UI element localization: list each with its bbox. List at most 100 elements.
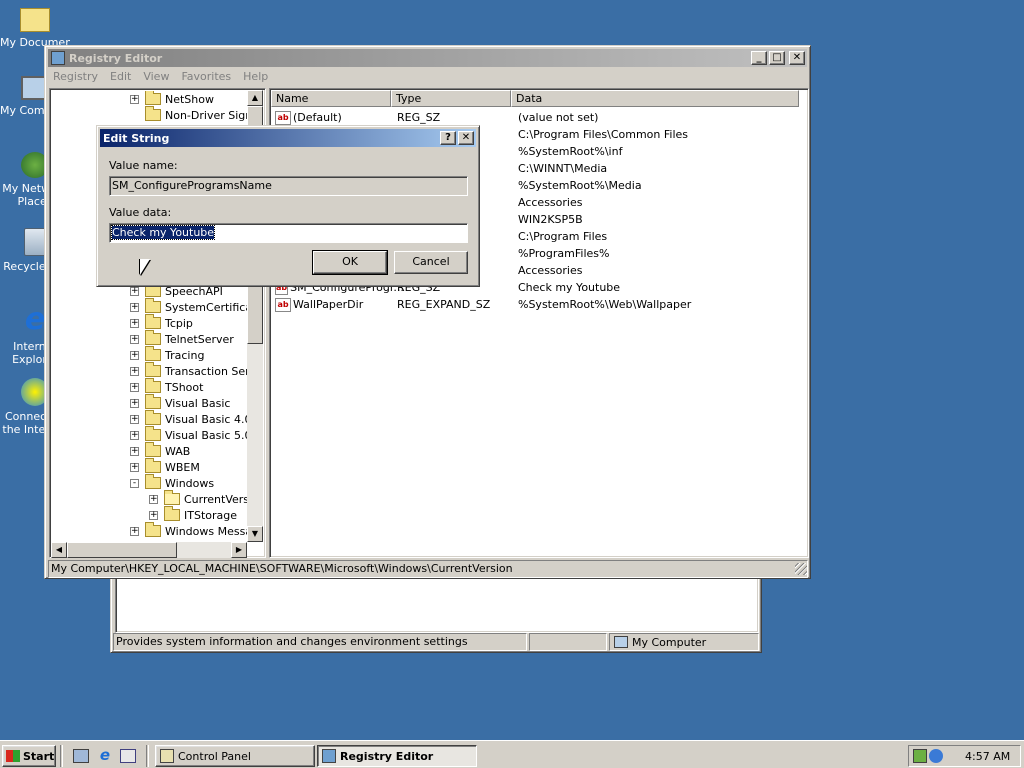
clock[interactable]: 4:57 AM [965, 750, 1010, 763]
folder-icon [145, 522, 161, 537]
expand-icon[interactable]: + [130, 94, 139, 104]
expand-icon[interactable]: + [130, 286, 139, 296]
folder-icon [20, 8, 50, 32]
taskbar-button-control-panel[interactable]: Control Panel [155, 745, 315, 767]
folder-icon [145, 346, 161, 361]
value-row-type[interactable]: REG_EXPAND_SZ [397, 296, 515, 313]
scroll-down-arrow-icon[interactable]: ▼ [247, 526, 263, 542]
scroll-left-arrow-icon[interactable]: ◀ [51, 542, 67, 558]
value-row-data[interactable]: C:\WINNT\Media [518, 160, 803, 177]
value-data-text: Accessories [518, 196, 583, 209]
expand-icon[interactable]: + [149, 494, 158, 504]
expand-icon[interactable]: + [149, 510, 158, 520]
value-row-data[interactable]: Accessories [518, 194, 803, 211]
outlook-express-icon[interactable] [120, 749, 136, 763]
expand-icon[interactable]: + [130, 302, 139, 312]
scroll-up-arrow-icon[interactable]: ▲ [247, 90, 263, 106]
tree-node[interactable]: + WAB [130, 442, 190, 459]
value-row-name[interactable]: ab WallPaperDir [275, 296, 393, 313]
close-button[interactable]: ✕ [789, 51, 805, 65]
tree-node[interactable]: + Tcpip [130, 314, 193, 331]
tree-node[interactable]: + Tracing [130, 346, 204, 363]
volume-tray-icon[interactable] [929, 749, 943, 763]
tree-node[interactable]: + Transaction Serv [130, 362, 247, 379]
folder-icon [145, 378, 161, 393]
dialog-titlebar[interactable]: Edit String ? ✕ [100, 129, 476, 147]
value-row-data[interactable]: (value not set) [518, 109, 803, 126]
expand-icon[interactable]: + [130, 526, 139, 536]
hscroll-thumb[interactable] [67, 542, 177, 558]
column-header-type[interactable]: Type [391, 90, 511, 107]
value-data-text: %SystemRoot%\Media [518, 179, 642, 192]
value-row-data[interactable]: %ProgramFiles% [518, 245, 803, 262]
regedit-titlebar[interactable]: Registry Editor _ □ ✕ [48, 49, 807, 67]
desktop-icon-my-documents[interactable]: My Documents [0, 4, 70, 49]
tree-node[interactable]: + CurrentVersio [149, 490, 247, 507]
expand-icon[interactable]: + [130, 446, 139, 456]
maximize-button[interactable]: □ [769, 51, 785, 65]
value-row-type[interactable]: REG_SZ [397, 109, 515, 126]
column-header-name[interactable]: Name [271, 90, 391, 107]
tree-node[interactable]: + Windows Messag [130, 522, 247, 539]
folder-icon [145, 330, 161, 345]
menu-help[interactable]: Help [237, 70, 274, 83]
tree-node[interactable]: + TShoot [130, 378, 203, 395]
tree-node[interactable]: + Visual Basic 5.0 [130, 426, 247, 443]
value-row-data[interactable]: %SystemRoot%\Media [518, 177, 803, 194]
tree-node[interactable]: + Visual Basic 4.0 [130, 410, 247, 427]
menu-view[interactable]: View [137, 70, 175, 83]
edit-string-dialog[interactable]: Edit String ? ✕ Value name: SM_Configure… [96, 125, 480, 287]
regedit-menubar: Registry Edit View Favorites Help [45, 67, 810, 86]
menu-registry[interactable]: Registry [47, 70, 104, 83]
value-name-field: SM_ConfigureProgramsName [109, 176, 468, 196]
resize-grip-icon[interactable] [795, 563, 807, 575]
value-data-input[interactable]: Check my Youtube [109, 223, 468, 243]
cancel-button[interactable]: Cancel [394, 251, 468, 274]
value-data-text: Check my Youtube [518, 281, 621, 294]
taskbar-button-registry-editor[interactable]: Registry Editor [317, 745, 477, 767]
value-row-data[interactable]: WIN2KSP5B [518, 211, 803, 228]
tree-node[interactable]: - Windows [130, 474, 214, 491]
tree-node[interactable]: + SystemCertificate [130, 298, 247, 315]
expand-icon[interactable]: + [130, 334, 139, 344]
help-button[interactable]: ? [440, 131, 456, 145]
value-row-data[interactable]: C:\Program Files [518, 228, 803, 245]
expand-icon[interactable]: + [130, 350, 139, 360]
expand-icon[interactable]: + [130, 462, 139, 472]
tree-node[interactable]: + Visual Basic [130, 394, 230, 411]
tree-horizontal-scrollbar[interactable]: ◀ ▶ [51, 542, 247, 558]
tree-node[interactable]: + ITStorage [149, 506, 238, 523]
tree-node[interactable]: + TelnetServer [130, 330, 234, 347]
value-row-data[interactable]: C:\Program Files\Common Files [518, 126, 803, 143]
close-button[interactable]: ✕ [458, 131, 474, 145]
show-desktop-icon[interactable] [73, 749, 89, 763]
tree-node[interactable]: + WBEM [130, 458, 200, 475]
expand-icon[interactable]: + [130, 398, 139, 408]
internet-explorer-icon[interactable]: e [97, 747, 113, 763]
folder-icon [164, 490, 180, 505]
menu-edit[interactable]: Edit [104, 70, 137, 83]
menu-favorites[interactable]: Favorites [175, 70, 237, 83]
expand-icon[interactable]: + [130, 366, 139, 376]
minimize-button[interactable]: _ [751, 51, 767, 65]
value-row-name[interactable]: ab (Default) [275, 109, 393, 126]
tree-node-label: ITStorage [184, 508, 238, 522]
task-label: Control Panel [178, 749, 251, 763]
network-tray-icon[interactable] [913, 749, 927, 763]
expand-icon[interactable]: + [130, 430, 139, 440]
expand-icon[interactable]: + [130, 382, 139, 392]
tree-node[interactable]: Non-Driver Signin [130, 106, 247, 123]
column-header-data[interactable]: Data [511, 90, 799, 107]
folder-icon [145, 91, 161, 105]
value-row-data[interactable]: %SystemRoot%\Web\Wallpaper [518, 296, 803, 313]
start-button[interactable]: Start [2, 745, 56, 767]
scroll-right-arrow-icon[interactable]: ▶ [231, 542, 247, 558]
value-row-data[interactable]: %SystemRoot%\inf [518, 143, 803, 160]
value-row-data[interactable]: Check my Youtube [518, 279, 803, 296]
value-row-data[interactable]: Accessories [518, 262, 803, 279]
collapse-icon[interactable]: - [130, 478, 139, 488]
expand-icon[interactable]: + [130, 414, 139, 424]
expand-icon[interactable]: + [130, 318, 139, 328]
tree-node[interactable]: + NetShow [130, 91, 214, 107]
ok-button[interactable]: OK [312, 250, 388, 275]
